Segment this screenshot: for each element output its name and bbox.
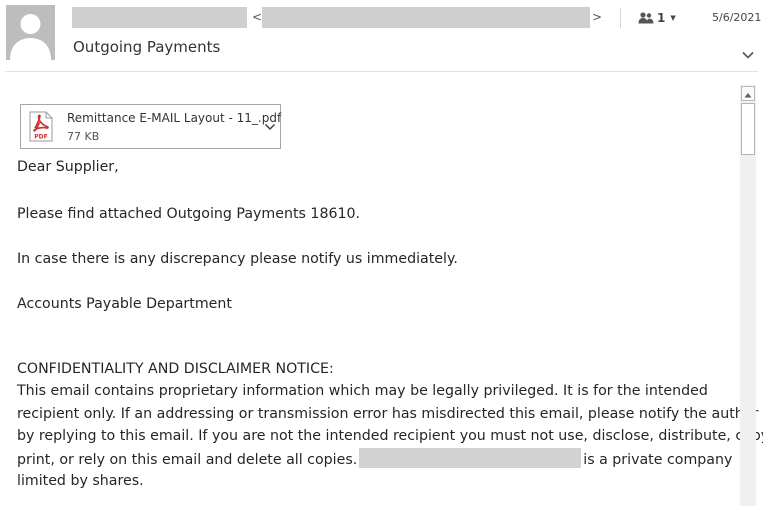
disclaimer-heading: CONFIDENTIALITY AND DISCLAIMER NOTICE: — [17, 361, 334, 377]
chevron-down-icon[interactable] — [264, 122, 276, 132]
email-reading-pane: < > 1 ▼ 5/6/2021 Outgoing Payments PDF R… — [0, 0, 763, 506]
recipients-button[interactable]: 1 ▼ — [638, 10, 676, 26]
chevron-down-icon[interactable] — [741, 48, 755, 62]
message-header: < > 1 ▼ 5/6/2021 Outgoing Payments — [0, 0, 763, 72]
disclaimer-line: limited by shares. — [17, 473, 144, 489]
sender-email-redacted — [262, 7, 590, 28]
header-separator — [5, 71, 758, 72]
message-date: 5/6/2021 — [712, 11, 762, 24]
body-signature: Accounts Payable Department — [17, 296, 232, 312]
caret-down-icon: ▼ — [670, 14, 676, 22]
disclaimer-text: This email contains proprietary informat… — [17, 380, 763, 493]
disclaimer-line-end: is a private company — [583, 451, 733, 468]
people-icon — [638, 12, 654, 24]
triangle-up-icon — [744, 93, 752, 98]
attachment-card[interactable]: PDF Remittance E-MAIL Layout - 11_.pdf 7… — [20, 104, 281, 149]
scroll-up-button[interactable] — [741, 86, 755, 101]
attachment-filename: Remittance E-MAIL Layout - 11_.pdf — [67, 111, 282, 125]
message-subject: Outgoing Payments — [73, 38, 221, 56]
disclaimer-line: recipient only. If an addressing or tran… — [17, 405, 759, 422]
body-paragraph: Please find attached Outgoing Payments 1… — [17, 206, 361, 222]
sender-name-redacted — [72, 7, 247, 28]
body-greeting: Dear Supplier, — [17, 159, 119, 175]
person-silhouette-icon — [6, 5, 55, 60]
header-divider — [620, 8, 621, 28]
disclaimer-line-start: print, or rely on this email and delete … — [17, 451, 358, 468]
pdf-icon-label: PDF — [34, 134, 47, 141]
body-paragraph: In case there is any discrepancy please … — [17, 251, 458, 267]
sender-avatar[interactable] — [6, 5, 55, 60]
attachment-filesize: 77 KB — [67, 130, 100, 143]
vertical-scrollbar[interactable] — [740, 85, 756, 506]
disclaimer-line: This email contains proprietary informat… — [17, 383, 708, 399]
disclaimer-line: print, or rely on this email and delete … — [17, 447, 739, 471]
pdf-icon: PDF — [29, 111, 53, 142]
company-name-redacted — [359, 447, 582, 468]
sender-email-close-bracket: > — [592, 10, 603, 24]
recipients-count: 1 — [657, 11, 666, 25]
sender-email-open-bracket: < — [252, 10, 263, 24]
scrollbar-thumb[interactable] — [741, 103, 755, 155]
disclaimer-line: by replying to this email. If you are no… — [17, 428, 763, 444]
